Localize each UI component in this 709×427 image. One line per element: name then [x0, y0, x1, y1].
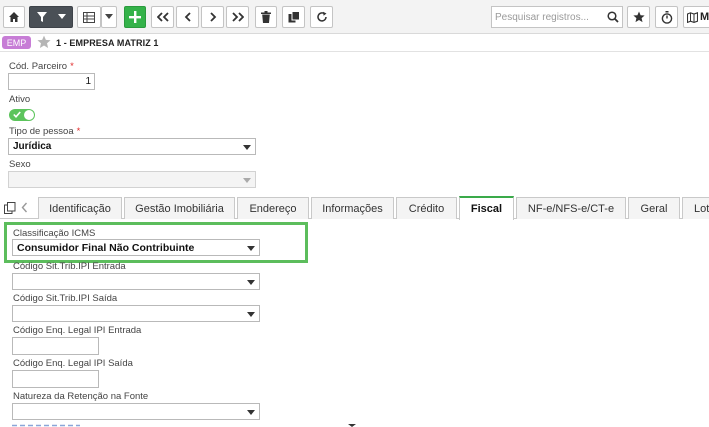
timer-button[interactable] — [655, 6, 678, 28]
chevron-left-icon[interactable] — [21, 202, 28, 213]
cod-parceiro-field[interactable]: 1 — [8, 73, 95, 90]
delete-button[interactable] — [255, 6, 277, 28]
filter-icon — [37, 12, 47, 22]
grid-icon — [83, 11, 95, 23]
previous-record-button[interactable] — [176, 6, 199, 28]
home-icon — [9, 12, 19, 22]
classificacao-icms-value: Consumidor Final Não Contribuinte — [17, 242, 195, 254]
prev-icon — [184, 12, 191, 22]
cod-parceiro-label-text: Cód. Parceiro — [9, 61, 68, 72]
cod-sit-trib-ipi-saida-label: Código Sit.Trib.IPI Saída — [13, 293, 118, 304]
cod-sit-trib-ipi-entrada-select[interactable] — [12, 273, 260, 290]
map-button-label: M — [700, 11, 709, 23]
search-icon[interactable] — [607, 11, 619, 23]
tab-informacoes[interactable]: Informações — [311, 197, 394, 219]
cod-enq-legal-ipi-saida-field[interactable] — [12, 370, 99, 388]
favorite-button[interactable] — [627, 6, 650, 28]
tab-bar: Identificação Gestão Imobiliária Endereç… — [0, 196, 709, 220]
natureza-retencao-select[interactable] — [12, 403, 260, 420]
tipo-pessoa-value: Jurídica — [13, 141, 52, 152]
home-button[interactable] — [3, 6, 25, 28]
tipo-pessoa-label-text: Tipo de pessoa — [9, 126, 74, 137]
copy-icon[interactable] — [4, 202, 16, 214]
ativo-toggle[interactable] — [9, 109, 35, 121]
cod-enq-legal-ipi-saida-label: Código Enq. Legal IPI Saída — [13, 358, 133, 369]
chevron-down-icon — [247, 280, 255, 285]
first-icon — [156, 12, 169, 22]
star-icon — [632, 11, 645, 23]
cod-parceiro-label: Cód. Parceiro * — [9, 61, 74, 72]
grid-view-dropdown[interactable] — [101, 6, 117, 28]
toolbar: M — [0, 0, 709, 34]
tab-geral[interactable]: Geral — [628, 197, 680, 219]
tab-identificacao[interactable]: Identificação — [38, 197, 122, 219]
star-icon[interactable] — [37, 35, 51, 49]
cod-sit-trib-ipi-saida-select[interactable] — [12, 305, 260, 322]
cod-enq-legal-ipi-entrada-field[interactable] — [12, 337, 99, 355]
refresh-button[interactable] — [310, 6, 333, 28]
grid-view-button[interactable] — [77, 6, 101, 28]
chevron-down-icon — [243, 178, 251, 183]
duplicate-button[interactable] — [282, 6, 305, 28]
classificacao-icms-label: Classificação ICMS — [13, 228, 96, 239]
chevron-down-icon — [247, 410, 255, 415]
refresh-icon — [316, 11, 327, 22]
ativo-label: Ativo — [9, 94, 31, 105]
chevron-down-icon — [243, 145, 251, 150]
chevron-down-icon — [58, 14, 66, 19]
record-header: EMP 1 - EMPRESA MATRIZ 1 — [0, 34, 709, 52]
tab-credito[interactable]: Crédito — [396, 197, 457, 219]
classificacao-icms-select[interactable]: Consumidor Final Não Contribuinte — [12, 239, 260, 256]
timer-icon — [661, 10, 672, 24]
add-button[interactable] — [124, 6, 146, 28]
check-icon — [13, 111, 21, 118]
natureza-retencao-label: Natureza da Retenção na Fonte — [13, 391, 149, 402]
last-record-button[interactable] — [226, 6, 249, 28]
search-box — [491, 6, 623, 28]
cod-enq-legal-ipi-entrada-label: Código Enq. Legal IPI Entrada — [13, 325, 142, 336]
sexo-label: Sexo — [9, 159, 31, 170]
tab-endereco[interactable]: Endereço — [237, 197, 309, 219]
required-mark: * — [76, 126, 81, 137]
record-title: 1 - EMPRESA MATRIZ 1 — [56, 38, 159, 48]
delete-icon — [261, 11, 271, 23]
add-icon — [129, 11, 141, 23]
tab-gestao-imobiliaria[interactable]: Gestão Imobiliária — [124, 197, 235, 219]
tab-nfe-nfse-cte[interactable]: NF-e/NFS-e/CT-e — [516, 197, 626, 219]
toggle-knob — [24, 110, 34, 120]
tab-fiscal[interactable]: Fiscal — [459, 196, 514, 220]
chevron-down-icon — [247, 246, 255, 251]
map-icon — [687, 11, 698, 23]
map-button[interactable]: M — [683, 6, 709, 28]
tipo-pessoa-label: Tipo de pessoa * — [9, 126, 80, 137]
required-mark: * — [70, 61, 74, 72]
copy-icon — [288, 11, 300, 23]
tab-lot[interactable]: Lot — [682, 197, 709, 219]
filter-button[interactable] — [29, 6, 73, 28]
chevron-down-icon — [105, 14, 113, 19]
chevron-down-icon — [247, 312, 255, 317]
search-input[interactable] — [495, 10, 603, 24]
next-icon — [209, 12, 216, 22]
tipo-pessoa-select[interactable]: Jurídica — [8, 138, 256, 155]
last-icon — [231, 12, 244, 22]
cod-sit-trib-ipi-entrada-label: Código Sit.Trib.IPI Entrada — [13, 261, 126, 272]
next-record-button[interactable] — [201, 6, 224, 28]
entity-badge: EMP — [2, 36, 31, 49]
first-record-button[interactable] — [151, 6, 174, 28]
sexo-select[interactable] — [8, 171, 256, 188]
